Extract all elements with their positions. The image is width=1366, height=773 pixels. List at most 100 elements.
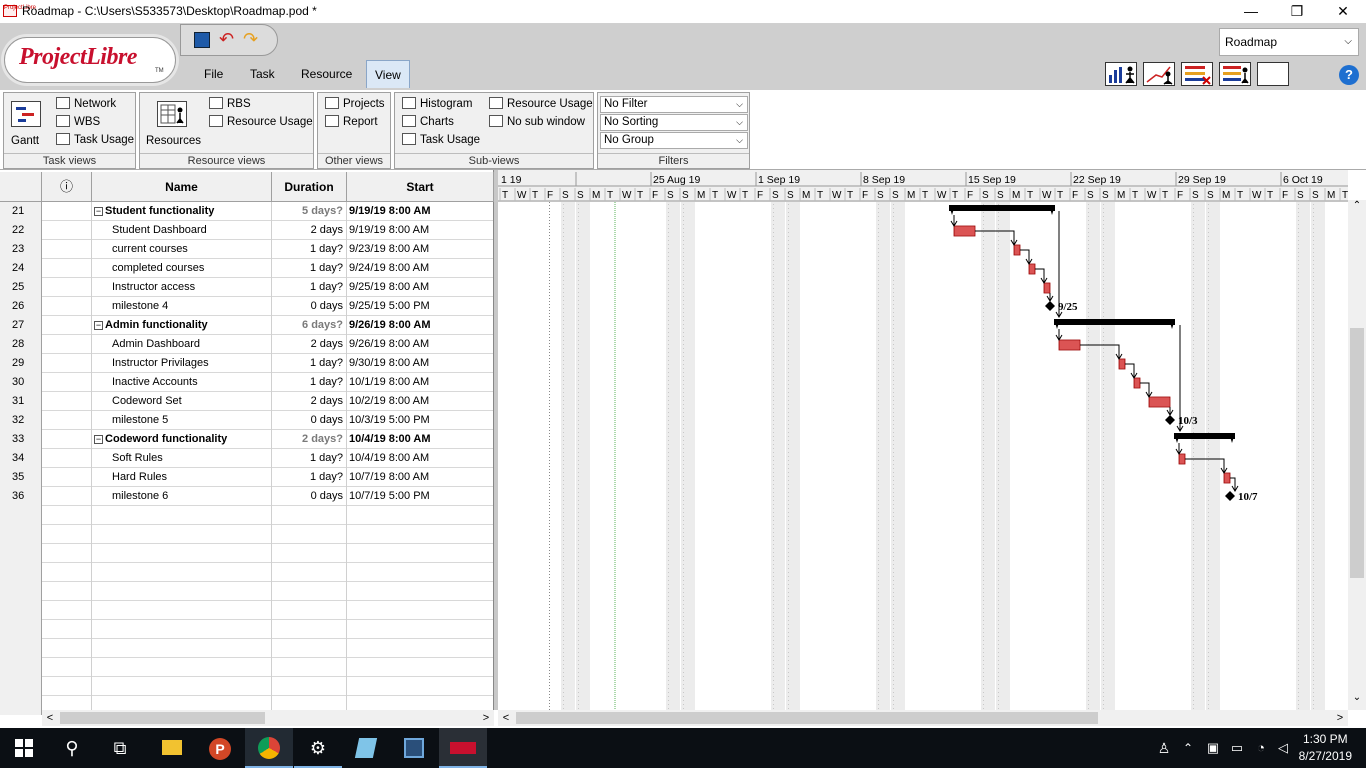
row-duration[interactable]: 1 day? <box>272 240 347 259</box>
row-start[interactable]: 9/30/19 8:00 AM <box>347 354 493 373</box>
tab-resource[interactable]: Resource <box>299 60 354 88</box>
row-indicator[interactable] <box>42 563 92 582</box>
duration-header[interactable]: Duration <box>272 172 347 202</box>
row-duration[interactable]: 1 day? <box>272 468 347 487</box>
report-button[interactable]: Report <box>325 115 378 128</box>
collapse-toggle-icon[interactable]: − <box>94 435 103 444</box>
table-row[interactable]: 34 Soft Rules 1 day? 10/4/19 8:00 AM <box>0 449 493 468</box>
row-indicator[interactable] <box>42 316 92 335</box>
row-name[interactable]: − Codeword functionality <box>92 430 272 449</box>
row-duration[interactable]: 5 days? <box>272 202 347 221</box>
charts-button[interactable]: Charts <box>402 115 454 128</box>
tab-view[interactable]: View <box>366 60 410 88</box>
row-duration[interactable]: 6 days? <box>272 316 347 335</box>
scroll-up-icon[interactable]: ⌃ <box>1348 200 1366 216</box>
sub-resource-usage-button[interactable]: Resource Usage <box>489 97 593 110</box>
row-duration[interactable]: 1 day? <box>272 354 347 373</box>
row-indicator[interactable] <box>42 259 92 278</box>
gantt-scroll-thumb[interactable] <box>516 712 1098 724</box>
gantt-chart[interactable]: 1 19 25 Aug 19 1 Sep 19 8 Sep 19 15 Sep 19 22… <box>498 170 1348 710</box>
row-indicator[interactable] <box>42 392 92 411</box>
row-indicator[interactable] <box>42 677 92 696</box>
table-row[interactable]: 30 Inactive Accounts 1 day? 10/1/19 8:00 AM <box>0 373 493 392</box>
start-header[interactable]: Start <box>347 172 494 202</box>
row-name[interactable]: Student Dashboard <box>92 221 272 240</box>
row-indicator[interactable] <box>42 335 92 354</box>
undo-icon[interactable]: ↶ <box>219 29 234 50</box>
row-start[interactable] <box>347 563 493 582</box>
row-duration[interactable] <box>272 620 347 639</box>
minimize-button[interactable]: — <box>1228 0 1274 24</box>
row-name[interactable]: milestone 5 <box>92 411 272 430</box>
scroll-down-icon[interactable]: ⌄ <box>1348 692 1366 708</box>
scroll-left-icon[interactable]: < <box>42 710 58 726</box>
task-usage-button[interactable]: Task Usage <box>56 133 134 146</box>
row-start[interactable]: 9/23/19 8:00 AM <box>347 240 493 259</box>
row-name[interactable]: completed courses <box>92 259 272 278</box>
task-usage-view-icon[interactable] <box>1181 62 1213 86</box>
tab-file[interactable]: File <box>202 60 225 88</box>
row-indicator[interactable] <box>42 658 92 677</box>
row-start[interactable]: 9/25/19 5:00 PM <box>347 297 493 316</box>
table-row[interactable]: 23 current courses 1 day? 9/23/19 8:00 AM <box>0 240 493 259</box>
row-name[interactable] <box>92 506 272 525</box>
table-row[interactable]: 26 milestone 40 days 9/25/19 5:00 PM <box>0 297 493 316</box>
table-row[interactable] <box>0 582 493 601</box>
scroll-left-icon[interactable]: < <box>498 710 514 726</box>
gantt-button[interactable]: Gantt <box>11 135 39 147</box>
row-start[interactable]: 10/7/19 5:00 PM <box>347 487 493 506</box>
row-start[interactable]: 10/4/19 8:00 AM <box>347 430 493 449</box>
table-row[interactable]: 31 Codeword Set 2 days 10/2/19 8:00 AM <box>0 392 493 411</box>
row-name[interactable] <box>92 620 272 639</box>
row-duration[interactable]: 1 day? <box>272 449 347 468</box>
vertical-scrollbar[interactable]: ⌃ ⌄ <box>1348 200 1366 710</box>
row-start[interactable]: 9/19/19 8:00 AM <box>347 221 493 240</box>
row-name[interactable]: milestone 6 <box>92 487 272 506</box>
row-start[interactable] <box>347 525 493 544</box>
row-start[interactable]: 9/25/19 8:00 AM <box>347 278 493 297</box>
row-name[interactable]: Soft Rules <box>92 449 272 468</box>
row-duration[interactable] <box>272 601 347 620</box>
projectlibre-taskbar-icon[interactable] <box>439 728 487 768</box>
row-start[interactable] <box>347 506 493 525</box>
name-header[interactable]: Name <box>92 172 272 202</box>
row-name[interactable]: milestone 4 <box>92 297 272 316</box>
row-indicator[interactable] <box>42 487 92 506</box>
row-duration[interactable] <box>272 506 347 525</box>
row-start[interactable]: 10/1/19 8:00 AM <box>347 373 493 392</box>
table-row[interactable]: 32 milestone 50 days 10/3/19 5:00 PM <box>0 411 493 430</box>
windows-start-icon[interactable] <box>0 728 48 768</box>
redo-icon[interactable]: ↷ <box>243 29 258 50</box>
rbs-button[interactable]: RBS <box>209 97 251 110</box>
sub-task-usage-button[interactable]: Task Usage <box>402 133 480 146</box>
row-start[interactable]: 10/4/19 8:00 AM <box>347 449 493 468</box>
scroll-right-icon[interactable]: > <box>478 710 494 726</box>
row-duration[interactable]: 0 days <box>272 487 347 506</box>
table-row[interactable]: 24 completed courses 1 day? 9/24/19 8:00 AM <box>0 259 493 278</box>
table-row[interactable] <box>0 658 493 677</box>
row-duration[interactable] <box>272 658 347 677</box>
row-start[interactable]: 10/2/19 8:00 AM <box>347 392 493 411</box>
row-duration[interactable] <box>272 563 347 582</box>
network-button[interactable]: Network <box>56 97 116 110</box>
table-row[interactable]: 33− Codeword functionality 2 days? 10/4/19 … <box>0 430 493 449</box>
row-start[interactable] <box>347 677 493 696</box>
filter-dropdown[interactable]: No Filter ⌵ <box>600 96 748 113</box>
row-indicator[interactable] <box>42 449 92 468</box>
row-start[interactable]: 9/24/19 8:00 AM <box>347 259 493 278</box>
row-indicator[interactable] <box>42 468 92 487</box>
table-row[interactable]: 25 Instructor access 1 day? 9/25/19 8:00 AM <box>0 278 493 297</box>
table-horizontal-scrollbar[interactable]: < > <box>42 710 494 726</box>
task-view-icon[interactable]: ⧉ <box>96 728 144 768</box>
table-row[interactable] <box>0 601 493 620</box>
file-explorer-icon[interactable] <box>148 728 196 768</box>
settings-icon[interactable]: ⚙ <box>294 728 342 768</box>
row-name[interactable] <box>92 563 272 582</box>
row-duration[interactable]: 2 days <box>272 221 347 240</box>
row-indicator[interactable] <box>42 525 92 544</box>
maximize-button[interactable]: ❐ <box>1274 0 1320 24</box>
row-name[interactable]: Instructor Privilages <box>92 354 272 373</box>
row-duration[interactable]: 2 days <box>272 335 347 354</box>
charts-view-icon[interactable] <box>1143 62 1175 86</box>
help-icon[interactable]: ? <box>1339 65 1359 85</box>
